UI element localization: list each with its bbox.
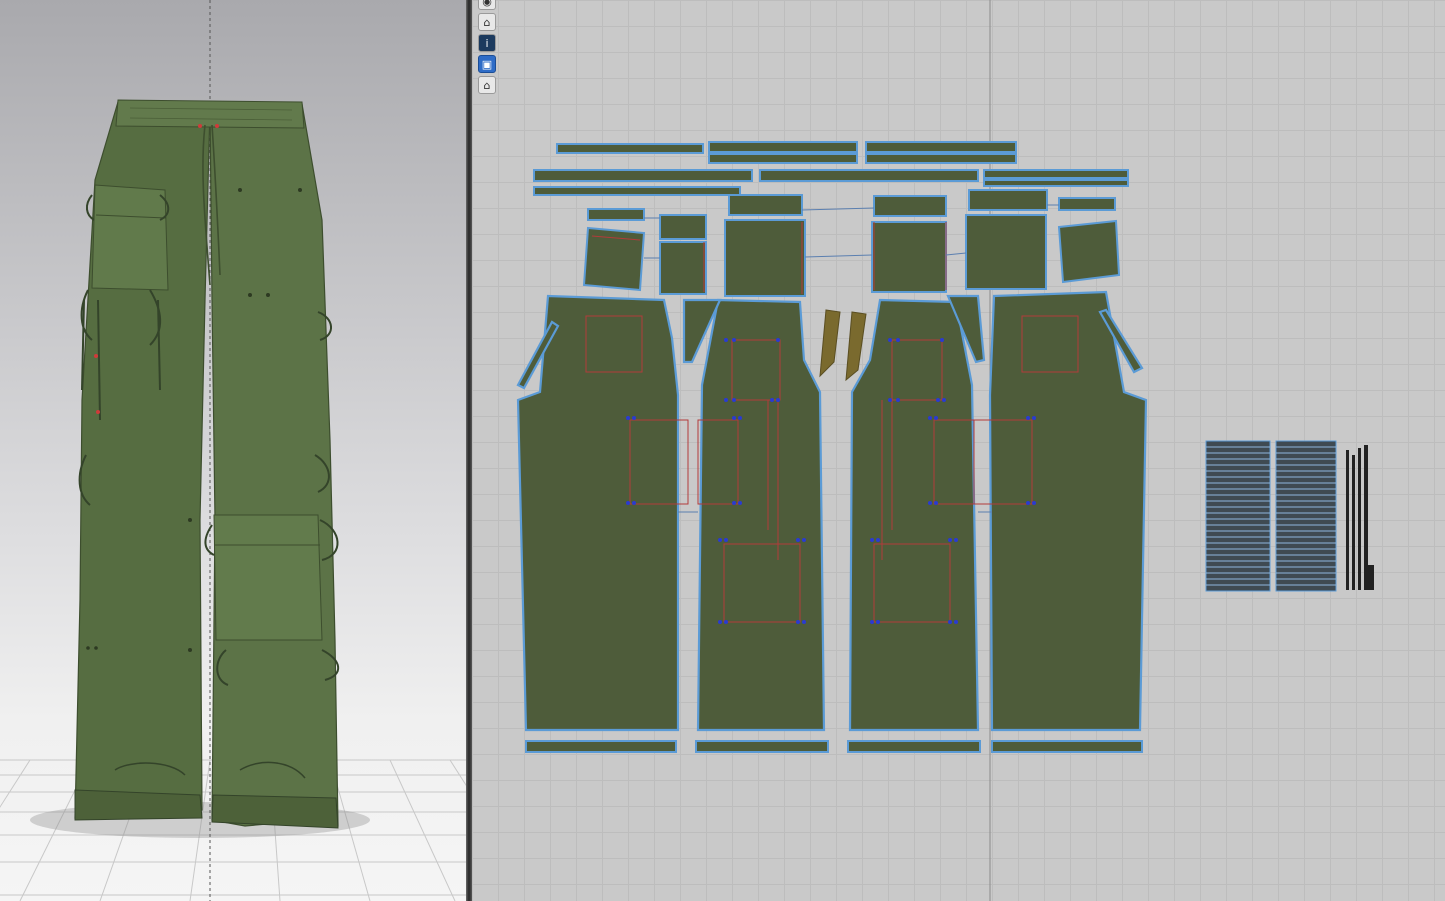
- back-right-panel: [988, 290, 1148, 732]
- strap-pieces-cluster[interactable]: [1205, 440, 1374, 592]
- back-left-panel: [516, 294, 680, 732]
- lock-icon[interactable]: ⌂: [478, 76, 496, 94]
- front-left-panel: [696, 298, 826, 732]
- pattern-toolbar: ◉ ⌂ i ▣ ⌂: [478, 0, 500, 97]
- pocket-pieces[interactable]: [582, 189, 1121, 297]
- front-right-panel: [848, 298, 980, 732]
- eye-icon[interactable]: ◉: [478, 0, 496, 10]
- 3d-viewport[interactable]: [0, 0, 466, 901]
- texture-icon[interactable]: ▣: [478, 55, 496, 73]
- info-icon[interactable]: i: [478, 34, 496, 52]
- hem-cuff-pieces[interactable]: [525, 740, 1143, 753]
- pants-3d-model[interactable]: [74, 99, 340, 829]
- binding-pieces[interactable]: [819, 309, 867, 382]
- 2d-pattern-viewport[interactable]: ◉ ⌂ i ▣ ⌂: [472, 0, 1445, 901]
- 3d-scene: [0, 0, 466, 901]
- app-window: ◉ ⌂ i ▣ ⌂: [0, 0, 1445, 901]
- pattern-canvas: [516, 0, 1374, 901]
- waistband-pieces[interactable]: [533, 141, 1129, 196]
- shirt-icon[interactable]: ⌂: [478, 13, 496, 31]
